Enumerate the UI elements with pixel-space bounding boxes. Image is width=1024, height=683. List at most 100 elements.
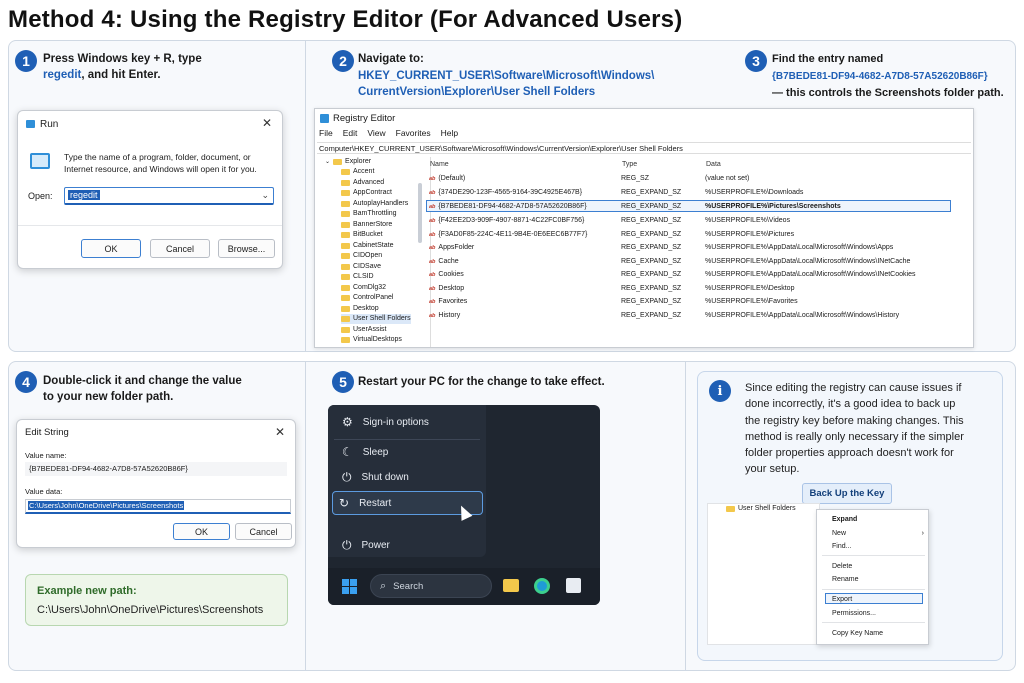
power-button[interactable]: ⏻ Power — [336, 533, 484, 557]
menu-favorites[interactable]: Favorites — [396, 128, 431, 138]
menu-item-find[interactable]: Find... — [832, 541, 851, 552]
tree-item[interactable]: AppContract — [341, 188, 392, 198]
folder-icon — [341, 179, 350, 186]
folder-icon — [341, 169, 350, 175]
tree-item[interactable]: BamThrottling — [341, 209, 397, 219]
tree-item[interactable]: AutoplayHandlers — [341, 199, 408, 209]
folder-icon — [341, 274, 350, 280]
step-1-rest: , and hit Enter. — [81, 69, 161, 81]
registry-row[interactable]: ab {374DE290-123F-4565-9164-39C4925E467B}… — [426, 187, 951, 199]
tree-item[interactable]: ComDlg32 — [341, 283, 386, 293]
column-header-type[interactable]: Type — [622, 161, 637, 168]
registry-row[interactable]: ab {F42EE2D3-909F-4907-8871-4C22FC0BF756}… — [426, 215, 951, 227]
store-icon[interactable] — [566, 578, 581, 593]
tree-item[interactable]: BitBucket — [341, 230, 383, 240]
sign-in-options-item[interactable]: ⚙ Sign-in options — [336, 410, 484, 434]
info-icon: i — [709, 380, 731, 402]
column-header-data[interactable]: Data — [706, 161, 721, 168]
menu-item-export[interactable]: Export — [825, 593, 923, 604]
menu-file[interactable]: File — [319, 128, 333, 138]
close-icon[interactable]: ✕ — [262, 116, 272, 130]
folder-icon — [341, 221, 350, 228]
tip-box: i Since editing the registry can cause i… — [697, 371, 1003, 661]
taskbar-search[interactable]: ⌕ Search — [370, 574, 492, 598]
value-data-input[interactable]: C:\Users\John\OneDrive\Pictures\Screensh… — [25, 499, 291, 514]
regedit-address-bar[interactable]: Computer\HKEY_CURRENT_USER\Software\Micr… — [317, 142, 971, 154]
registry-row[interactable]: ab AppsFolder REG_EXPAND_SZ %USERPROFILE%\A… — [426, 242, 951, 254]
back-up-key-button[interactable]: Back Up the Key — [802, 483, 892, 504]
registry-row[interactable]: ab (Default) REG_SZ (value not set) — [426, 173, 951, 185]
value-name-label: Value name: — [25, 451, 67, 460]
step-2-badge: 2 — [332, 50, 354, 72]
example-label: Example new path: — [37, 585, 137, 597]
tree-item[interactable]: CabinetState — [341, 241, 393, 251]
step-1-badge: 1 — [15, 50, 37, 72]
tree-item-user-shell-folders[interactable]: User Shell Folders — [341, 314, 411, 324]
tree-item[interactable]: Desktop — [341, 304, 379, 314]
registry-row[interactable]: ab {F3AD0F85-224C-4E11-9B4E-0E6EEC6B77F7}… — [426, 229, 951, 241]
close-icon[interactable]: ✕ — [275, 425, 285, 439]
menu-item-rename[interactable]: Rename — [832, 574, 858, 585]
mini-tree-item[interactable]: User Shell Folders — [726, 505, 796, 512]
tree-item[interactable]: Accent — [341, 167, 374, 177]
string-value-icon: ab — [429, 245, 436, 251]
step-1-line1: Press Windows key + R, type — [43, 53, 202, 65]
menu-help[interactable]: Help — [441, 128, 458, 138]
chevron-down-icon: ⌄ — [325, 159, 331, 165]
tree-item[interactable]: CLSID — [341, 272, 374, 282]
string-value-icon: ab — [429, 299, 436, 305]
tree-item[interactable]: CIDSave — [341, 262, 381, 272]
registry-row[interactable]: ab Favorites REG_EXPAND_SZ %USERPROFILE%\Fa… — [426, 296, 951, 308]
menu-view[interactable]: View — [367, 128, 385, 138]
regedit-menu-bar: File Edit View Favorites Help — [319, 128, 458, 138]
chevron-down-icon[interactable]: ⌄ — [261, 190, 269, 201]
tree-item[interactable]: BannerStore — [341, 220, 392, 230]
tree-item[interactable]: Advanced — [341, 178, 384, 188]
registry-row[interactable]: ab Cache REG_EXPAND_SZ %USERPROFILE%\AppDat… — [426, 256, 951, 268]
step-2-path1: HKEY_CURRENT_USER\Software\Microsoft\Win… — [358, 69, 655, 82]
folder-icon — [341, 253, 350, 259]
step-4-badge: 4 — [15, 371, 37, 393]
menu-separator — [822, 622, 925, 623]
edit-string-dialog: Edit String ✕ Value name: {B7BEDE81-DF94… — [16, 419, 296, 548]
tree-item[interactable]: ControlPanel — [341, 293, 393, 303]
registry-row[interactable]: ab History REG_EXPAND_SZ %USERPROFILE%\AppD… — [426, 310, 951, 322]
shut-down-item[interactable]: ⏻ Shut down — [336, 465, 484, 489]
taskbar: ⌕ Search — [328, 568, 600, 605]
windows-start-icon[interactable] — [342, 579, 357, 594]
folder-icon — [341, 263, 350, 270]
menu-item-expand[interactable]: Expand — [832, 514, 857, 525]
run-open-input[interactable]: regedit ⌄ — [64, 187, 274, 205]
ok-button[interactable]: OK — [173, 523, 230, 540]
tree-item[interactable]: CIDOpen — [341, 251, 382, 261]
menu-separator — [822, 589, 925, 590]
string-value-icon: ab — [429, 204, 436, 210]
cancel-button[interactable]: Cancel — [150, 239, 210, 258]
string-value-icon: ab — [429, 259, 436, 265]
registry-row-selected[interactable]: ab {B7BEDE81-DF94-4682-A7D8-57A52620B86F}… — [426, 200, 951, 212]
menu-item-delete[interactable]: Delete — [832, 561, 852, 572]
sleep-item[interactable]: ☾ Sleep — [336, 440, 484, 464]
browse-button[interactable]: Browse... — [218, 239, 275, 258]
menu-separator — [822, 555, 925, 556]
column-header-name[interactable]: Name — [430, 161, 449, 168]
registry-row[interactable]: ab Cookies REG_EXPAND_SZ %USERPROFILE%\AppD… — [426, 269, 951, 281]
menu-item-copy-key-name[interactable]: Copy Key Name — [832, 628, 883, 639]
cancel-button[interactable]: Cancel — [235, 523, 292, 540]
tree-item-explorer[interactable]: ⌄ Explorer — [325, 157, 371, 167]
tree-item[interactable]: UserAssist — [341, 325, 386, 335]
tree-item[interactable]: VirtualDesktops — [341, 335, 402, 345]
file-explorer-icon[interactable] — [503, 579, 519, 592]
ok-button[interactable]: OK — [81, 239, 141, 258]
panel-divider-top-1 — [305, 40, 306, 352]
menu-item-permissions[interactable]: Permissions... — [832, 608, 876, 619]
menu-item-new[interactable]: New › — [832, 528, 924, 539]
menu-edit[interactable]: Edit — [343, 128, 358, 138]
moon-icon: ☾ — [342, 445, 353, 459]
edge-icon[interactable] — [534, 578, 550, 594]
string-value-icon: ab — [429, 232, 436, 238]
tree-scrollbar[interactable] — [418, 183, 422, 243]
string-value-icon: ab — [429, 313, 436, 319]
registry-row[interactable]: ab Desktop REG_EXPAND_SZ %USERPROFILE%\Desk… — [426, 283, 951, 295]
step-3-line3: — this controls the Screenshots folder p… — [772, 87, 1004, 99]
